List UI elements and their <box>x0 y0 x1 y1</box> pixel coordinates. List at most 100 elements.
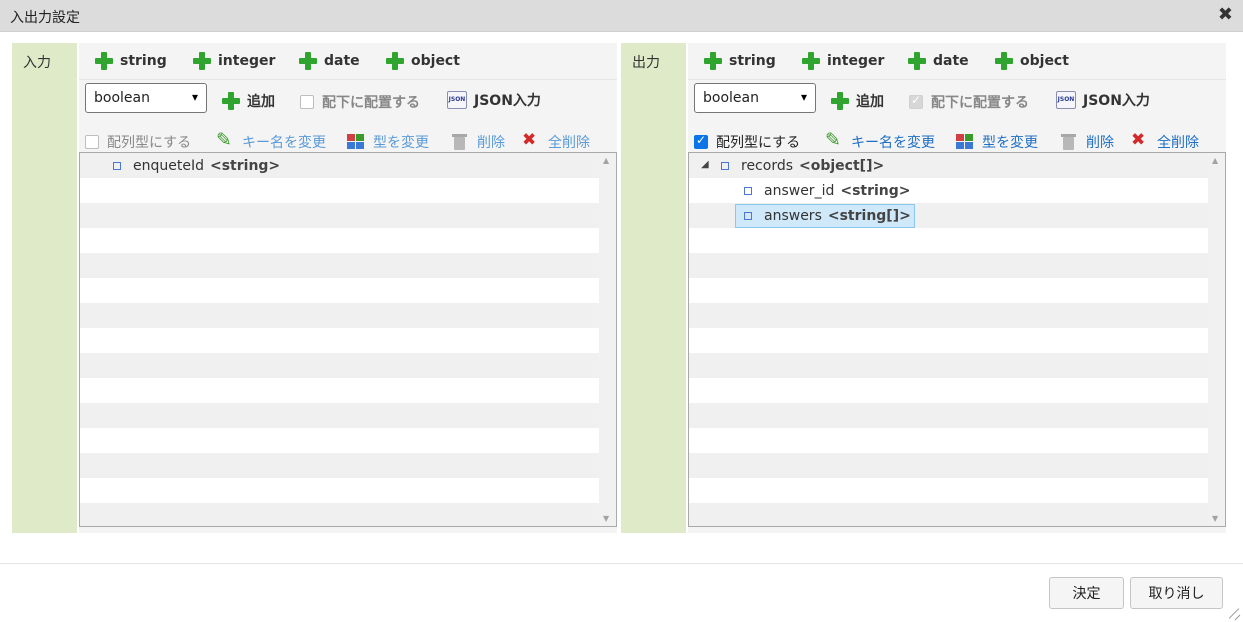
swap-icon <box>347 133 365 151</box>
output-panel-label: 出力 <box>632 55 660 71</box>
node-square-icon <box>744 212 752 220</box>
tree-row-stripe <box>80 303 600 328</box>
json-icon: JSON <box>447 91 467 109</box>
dialog-title: 入出力設定 <box>10 10 80 26</box>
input-add-string-button[interactable]: string <box>95 52 167 70</box>
plus-icon <box>995 52 1013 70</box>
close-icon[interactable]: ✖ <box>1218 4 1233 25</box>
input-change-type-button[interactable]: 型を変更 <box>347 132 429 152</box>
input-panel-label: 入力 <box>23 55 51 71</box>
output-tree-node-answer-id[interactable]: answer_id <string> <box>744 180 911 202</box>
output-change-type-button[interactable]: 型を変更 <box>956 132 1038 152</box>
tree-row-stripe <box>80 503 600 526</box>
output-add-button[interactable]: 追加 <box>831 91 884 111</box>
output-add-string-button[interactable]: string <box>704 52 776 70</box>
output-json-input-button[interactable]: JSON JSON入力 <box>1056 90 1150 110</box>
output-type-select[interactable]: boolean ▾ <box>694 83 816 113</box>
input-tree[interactable]: enqueteId <string> ▲ ▼ <box>79 152 617 527</box>
pencil-icon <box>216 129 234 151</box>
input-panel-label-area: 入力 <box>12 43 77 533</box>
output-delete-button[interactable]: 削除 <box>1060 132 1114 152</box>
output-tree-node-answers-selected[interactable]: answers <string[]> <box>735 204 915 228</box>
delete-x-icon <box>1131 130 1149 151</box>
output-rename-key-button[interactable]: キー名を変更 <box>825 129 935 152</box>
tree-row-stripe <box>689 353 1209 378</box>
tree-row-stripe <box>689 378 1209 403</box>
input-add-integer-button[interactable]: integer <box>193 52 275 70</box>
output-add-object-button[interactable]: object <box>995 52 1069 70</box>
input-add-type-bar: string integer date object <box>79 43 617 80</box>
input-add-object-button[interactable]: object <box>386 52 460 70</box>
scroll-up-icon[interactable]: ▲ <box>1212 156 1218 165</box>
output-add-type-bar: string integer date object <box>688 43 1226 80</box>
output-tree[interactable]: ◢ records <object[]> answer_id <string> … <box>688 152 1226 527</box>
trash-icon <box>451 133 469 151</box>
input-edit-bar: 配列型にする キー名を変更 型を変更 削除 全削除 <box>79 127 617 153</box>
output-panel: 出力 string integer date object boolean ▾ … <box>621 43 1226 533</box>
plus-icon <box>95 52 113 70</box>
tree-row-stripe <box>689 303 1209 328</box>
plus-icon <box>704 52 722 70</box>
chevron-down-icon: ▾ <box>800 90 807 104</box>
tree-row-stripe <box>80 328 600 353</box>
tree-row-stripe <box>80 203 600 228</box>
input-delete-button[interactable]: 削除 <box>451 132 505 152</box>
expand-triangle-icon[interactable]: ◢ <box>701 159 709 170</box>
tree-row-stripe <box>80 378 600 403</box>
output-add-bar: boolean ▾ 追加 配下に配置する JSONJSON入力 <box>688 81 1226 119</box>
scroll-down-icon[interactable]: ▼ <box>603 514 609 523</box>
output-add-integer-button[interactable]: integer <box>802 52 884 70</box>
plus-icon <box>802 52 820 70</box>
tree-row-stripe <box>689 403 1209 428</box>
input-tree-scrollbar[interactable]: ▲ ▼ <box>599 153 616 526</box>
input-json-input-button[interactable]: JSON JSON入力 <box>447 90 541 110</box>
scroll-up-icon[interactable]: ▲ <box>603 156 609 165</box>
tree-row-stripe <box>689 503 1209 526</box>
tree-row-stripe <box>80 228 600 253</box>
scroll-down-icon[interactable]: ▼ <box>1212 514 1218 523</box>
tree-row-stripe <box>80 353 600 378</box>
tree-row-stripe <box>80 178 600 203</box>
node-square-icon <box>113 162 121 170</box>
swap-icon <box>956 133 974 151</box>
input-tree-node[interactable]: enqueteId <string> <box>113 155 280 177</box>
delete-x-icon <box>522 130 540 151</box>
plus-icon <box>908 52 926 70</box>
output-panel-label-area: 出力 <box>621 43 686 533</box>
tree-row-stripe <box>689 453 1209 478</box>
node-square-icon <box>721 162 729 170</box>
tree-row-stripe <box>689 428 1209 453</box>
output-panel-body: string integer date object boolean ▾ 追加 … <box>688 43 1226 533</box>
tree-row-stripe <box>689 328 1209 353</box>
input-delete-all-button[interactable]: 全削除 <box>522 130 590 152</box>
tree-row-stripe <box>80 403 600 428</box>
input-add-button[interactable]: 追加 <box>222 91 275 111</box>
tree-row-stripe <box>689 228 1209 253</box>
tree-row-stripe <box>80 278 600 303</box>
checkbox-icon <box>300 95 314 109</box>
trash-icon <box>1060 133 1078 151</box>
input-type-select[interactable]: boolean ▾ <box>85 83 207 113</box>
output-array-checkbox[interactable]: 配列型にする <box>694 132 800 152</box>
ok-button[interactable]: 決定 <box>1049 577 1124 609</box>
input-place-under-checkbox[interactable]: 配下に配置する <box>300 92 420 112</box>
cancel-button[interactable]: 取り消し <box>1130 577 1223 609</box>
input-rename-key-button[interactable]: キー名を変更 <box>216 129 326 152</box>
output-delete-all-button[interactable]: 全削除 <box>1131 130 1199 152</box>
tree-row-stripe <box>80 453 600 478</box>
dialog-titlebar: 入出力設定 ✖ <box>0 0 1243 32</box>
plus-icon <box>831 92 849 110</box>
input-add-date-button[interactable]: date <box>299 52 360 70</box>
plus-icon <box>193 52 211 70</box>
plus-icon <box>299 52 317 70</box>
output-edit-bar: 配列型にする キー名を変更 型を変更 削除 全削除 <box>688 127 1226 153</box>
pencil-icon <box>825 129 843 151</box>
plus-icon <box>386 52 404 70</box>
chevron-down-icon: ▾ <box>191 90 198 104</box>
output-tree-scrollbar[interactable]: ▲ ▼ <box>1208 153 1225 526</box>
resize-grip-icon[interactable] <box>1226 605 1240 619</box>
input-array-checkbox[interactable]: 配列型にする <box>85 132 191 152</box>
output-tree-node-records[interactable]: records <object[]> <box>721 155 884 177</box>
output-place-under-checkbox[interactable]: 配下に配置する <box>909 92 1029 112</box>
output-add-date-button[interactable]: date <box>908 52 969 70</box>
